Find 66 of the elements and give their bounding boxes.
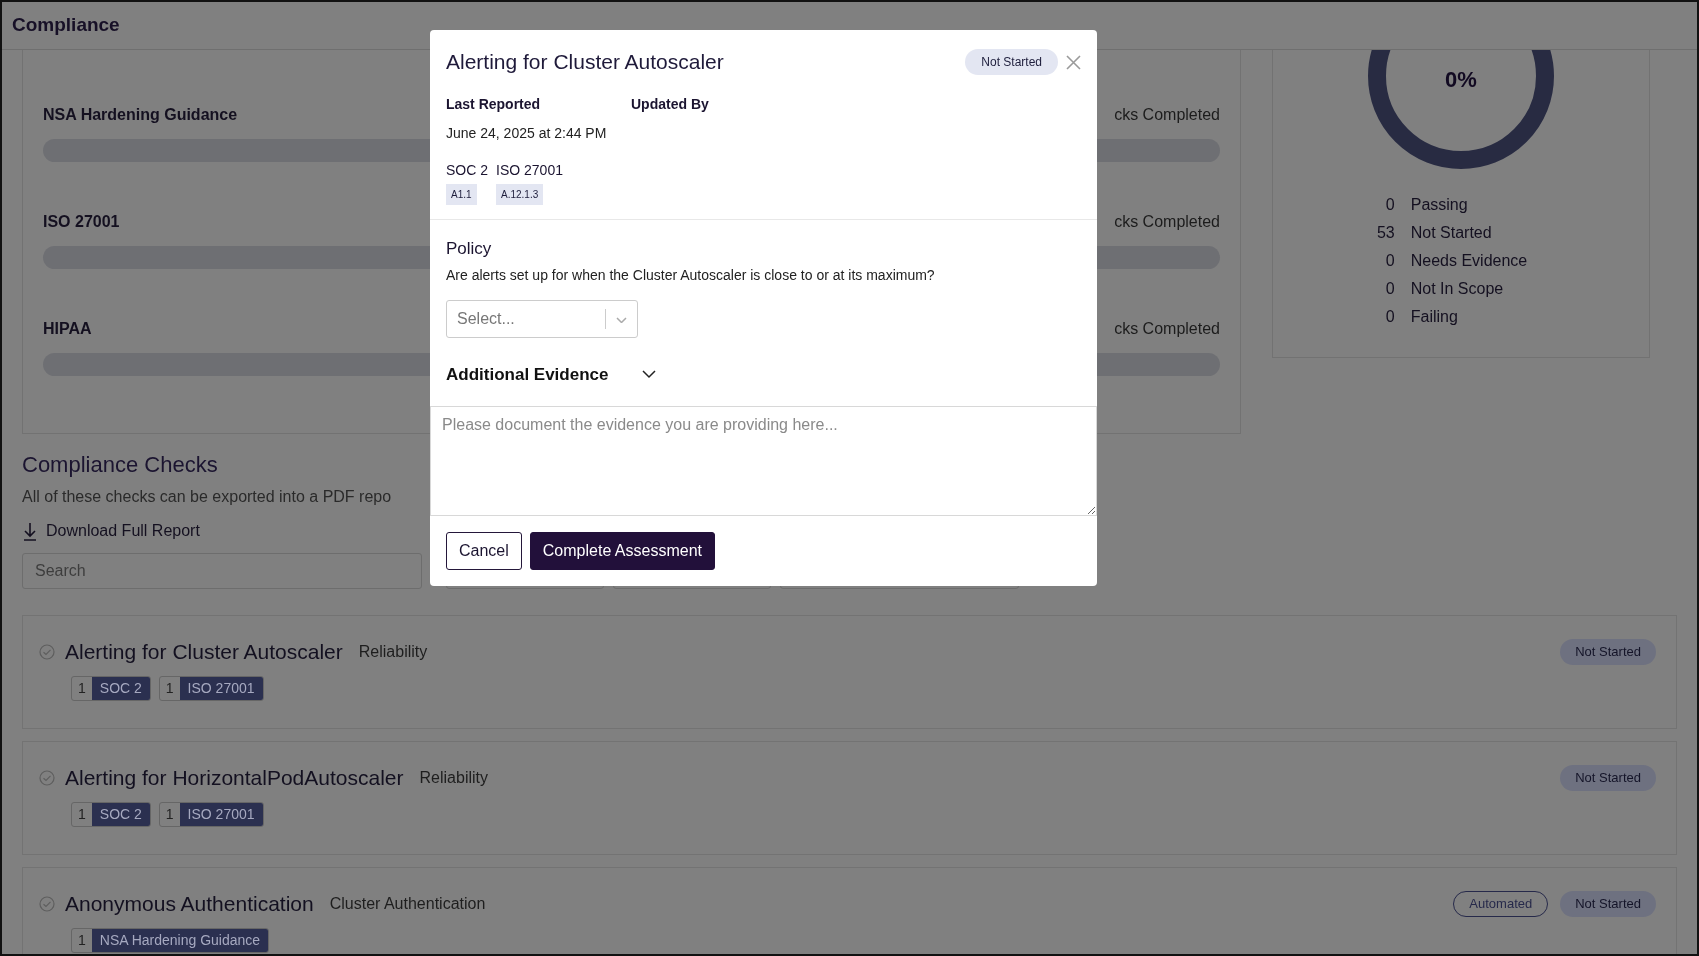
chevron-down-icon bbox=[616, 316, 627, 323]
progress-text: cks Completed bbox=[1114, 319, 1220, 339]
check-circle-icon bbox=[39, 643, 55, 660]
check-circle-icon bbox=[39, 895, 55, 912]
check-card[interactable]: Alerting for Cluster Autoscaler Reliability Not Started 1 SOC 2 1 ISO 27001 bbox=[22, 615, 1677, 729]
stat-label: Failing bbox=[1410, 307, 1459, 327]
framework-name: ISO 27001 bbox=[43, 212, 120, 232]
stat-count: 0 bbox=[1384, 251, 1395, 271]
check-category: Reliability bbox=[358, 641, 428, 662]
answer-select[interactable]: Select... bbox=[446, 300, 638, 338]
dialog-title: Alerting for Cluster Autoscaler bbox=[446, 49, 724, 75]
status-badge: Not Started bbox=[1560, 639, 1656, 665]
tag-count: 1 bbox=[77, 930, 87, 950]
check-title: Alerting for Cluster Autoscaler bbox=[65, 639, 343, 665]
tag-count: 1 bbox=[77, 804, 87, 824]
evidence-field[interactable]: Please document the evidence you are providing here... bbox=[430, 405, 1097, 516]
stat-count: 0 bbox=[1384, 279, 1395, 299]
status-badge: Not Started bbox=[965, 48, 1058, 75]
check-card[interactable]: Anonymous Authentication Cluster Authentication Automated Not Started 1 NSA Hardening Guidance bbox=[22, 867, 1677, 954]
section-description: All of these checks can be exported into a PDF repo bbox=[22, 487, 393, 507]
framework-tag: SOC 2 bbox=[91, 676, 150, 700]
evidence-toggle[interactable]: Additional Evidence bbox=[446, 362, 657, 388]
stat-count: 0 bbox=[1384, 307, 1395, 327]
progress-text: cks Completed bbox=[1114, 212, 1220, 232]
field-label: Updated By bbox=[631, 94, 709, 114]
field-label: Last Reported bbox=[446, 94, 542, 114]
check-title: Alerting for HorizontalPodAutoscaler bbox=[65, 765, 404, 791]
framework-tag: SOC 2 bbox=[91, 802, 150, 826]
framework-tag: NSA Hardening Guidance bbox=[91, 928, 269, 952]
download-link[interactable]: Download Full Report bbox=[22, 519, 200, 543]
status-badge: Not Started bbox=[1560, 891, 1656, 917]
stat-label: Needs Evidence bbox=[1410, 251, 1528, 271]
stat-label: Not In Scope bbox=[1410, 279, 1505, 299]
stat-count: 0 bbox=[1384, 195, 1395, 215]
cancel-button[interactable]: Cancel bbox=[446, 531, 522, 570]
search-field[interactable]: Search bbox=[22, 553, 422, 589]
tag-count: 1 bbox=[164, 678, 175, 698]
percent-value: 0% bbox=[1444, 66, 1478, 94]
control-id: A1.1 bbox=[446, 183, 477, 205]
framework-tag: ISO 27001 bbox=[179, 676, 263, 700]
framework-name: ISO 27001 bbox=[496, 160, 563, 180]
framework-name: NSA Hardening Guidance bbox=[43, 105, 238, 125]
tag-count: 1 bbox=[164, 804, 175, 824]
framework-name: SOC 2 bbox=[446, 160, 488, 180]
stat-label: Passing bbox=[1410, 195, 1469, 215]
stat-count: 53 bbox=[1375, 223, 1395, 243]
check-title: Anonymous Authentication bbox=[65, 891, 314, 917]
close-icon bbox=[1066, 55, 1081, 70]
status-badge: Not Started bbox=[1560, 765, 1656, 791]
progress-text: cks Completed bbox=[1114, 105, 1220, 125]
check-circle-icon bbox=[39, 769, 55, 786]
check-category: Reliability bbox=[419, 767, 488, 788]
page-title: Compliance bbox=[12, 13, 120, 38]
framework-name: HIPAA bbox=[43, 319, 92, 339]
section-title: Compliance Checks bbox=[22, 451, 219, 479]
stat-label: Not Started bbox=[1410, 223, 1493, 243]
section-heading: Policy bbox=[446, 237, 493, 260]
field-value: June 24, 2025 at 2:44 PM bbox=[446, 123, 608, 143]
tag-count: 1 bbox=[77, 678, 87, 698]
check-category: Cluster Authentication bbox=[329, 893, 486, 914]
control-id: A.12.1.3 bbox=[496, 183, 544, 205]
download-icon bbox=[22, 521, 38, 541]
check-card[interactable]: Alerting for HorizontalPodAutoscaler Reliability Not Started 1 SOC 2 1 ISO 27001 bbox=[22, 741, 1677, 855]
complete-button[interactable]: Complete Assessment bbox=[529, 531, 715, 570]
policy-question: Are alerts set up for when the Cluster Autoscaler is close to or at its maximum? bbox=[446, 266, 936, 285]
framework-tag: ISO 27001 bbox=[179, 802, 263, 826]
